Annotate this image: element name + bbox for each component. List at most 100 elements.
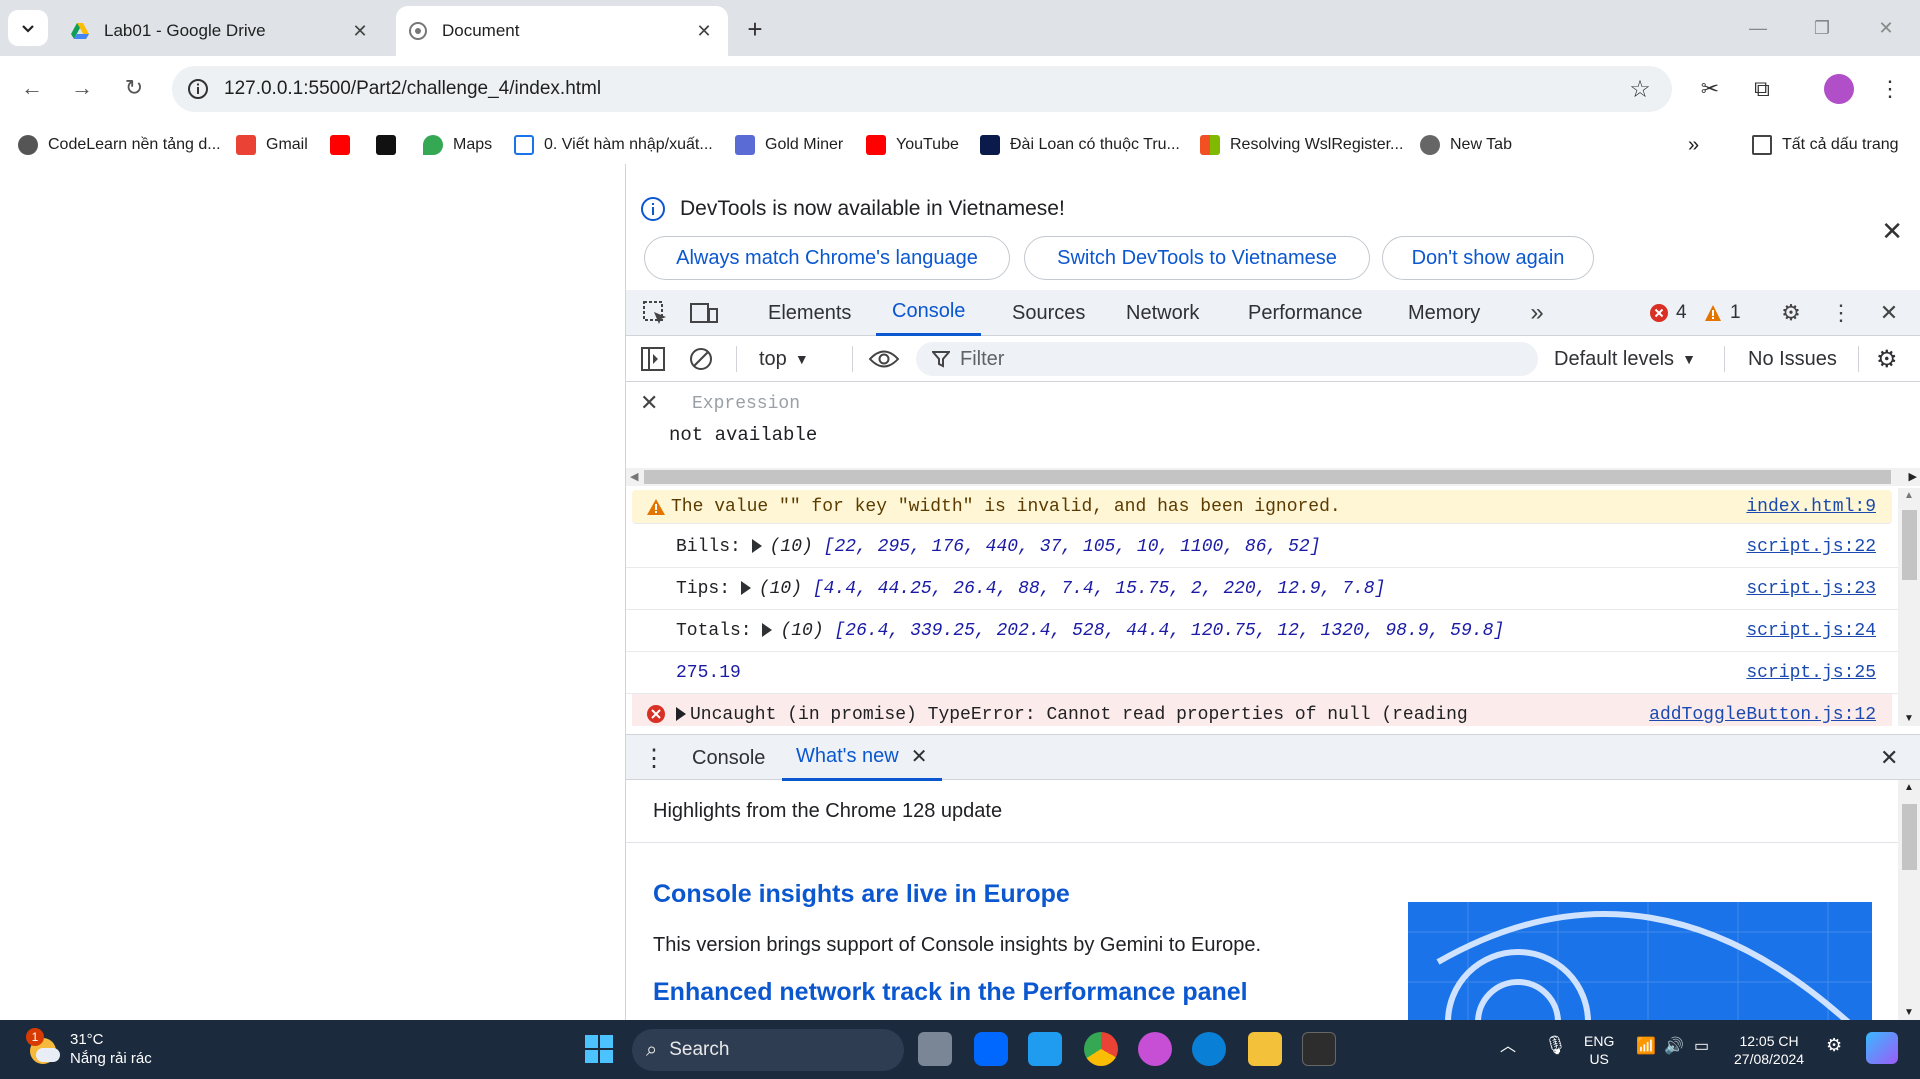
source-link[interactable]: addToggleButton.js:12 bbox=[1649, 705, 1876, 725]
bookmark-wsl[interactable]: Resolving WslRegister... bbox=[1200, 132, 1403, 158]
chrome-icon[interactable] bbox=[1084, 1032, 1118, 1066]
drawer-tab-whats-new[interactable]: What's new ✕ bbox=[782, 735, 942, 781]
bookmark-maps[interactable]: Maps bbox=[423, 132, 492, 158]
drawer-menu-icon[interactable]: ⋮ bbox=[642, 735, 666, 781]
source-link[interactable]: script.js:23 bbox=[1746, 579, 1876, 599]
source-link[interactable]: script.js:22 bbox=[1746, 537, 1876, 557]
tab-console[interactable]: Console bbox=[876, 290, 982, 336]
extensions-icon[interactable]: ⧉ bbox=[1747, 74, 1777, 104]
scroll-left-icon[interactable]: ◀ bbox=[630, 470, 638, 483]
close-devtools-icon[interactable]: ✕ bbox=[1874, 298, 1904, 328]
scroll-up-icon[interactable]: ▲ bbox=[1904, 490, 1914, 501]
device-toolbar-icon[interactable] bbox=[689, 298, 719, 328]
warning-count-badge[interactable]: 1 bbox=[1704, 302, 1741, 324]
dont-show-again-button[interactable]: Don't show again bbox=[1382, 236, 1594, 280]
error-count-badge[interactable]: 4 bbox=[1650, 302, 1687, 324]
close-tab-icon[interactable]: ✕ bbox=[911, 744, 928, 769]
tab-google-drive[interactable]: Lab01 - Google Drive ✕ bbox=[58, 6, 384, 56]
more-tabs-icon[interactable]: » bbox=[1522, 298, 1552, 328]
source-link[interactable]: script.js:25 bbox=[1746, 663, 1876, 683]
console-vertical-scrollbar[interactable]: ▲ ▼ bbox=[1898, 488, 1920, 726]
remove-expression-icon[interactable]: ✕ bbox=[640, 390, 658, 416]
minimize-icon[interactable]: — bbox=[1740, 10, 1776, 46]
close-window-icon[interactable]: ✕ bbox=[1868, 10, 1904, 46]
bookmark-dai-loan[interactable]: Đài Loan có thuộc Tru... bbox=[980, 132, 1180, 158]
feature-heading-console-insights[interactable]: Console insights are live in Europe bbox=[653, 880, 1070, 909]
source-link[interactable]: script.js:24 bbox=[1746, 621, 1876, 641]
feature-heading-network-track[interactable]: Enhanced network track in the Performanc… bbox=[653, 978, 1248, 1007]
scrollbar-thumb[interactable] bbox=[1902, 510, 1917, 580]
taskbar-search[interactable]: ⌕ Search bbox=[632, 1029, 904, 1071]
close-drawer-icon[interactable]: ✕ bbox=[1880, 735, 1898, 781]
more-bookmarks-icon[interactable]: » bbox=[1688, 132, 1699, 158]
expand-arrow-icon[interactable] bbox=[740, 581, 751, 596]
wifi-icon[interactable]: 📶 bbox=[1636, 1038, 1656, 1056]
inspect-element-icon[interactable] bbox=[640, 298, 670, 328]
forward-icon[interactable]: → bbox=[64, 70, 100, 106]
infobar-close-icon[interactable]: ✕ bbox=[1881, 216, 1903, 247]
scroll-down-icon[interactable]: ▼ bbox=[1904, 1007, 1914, 1018]
bookmark-tiktok[interactable] bbox=[376, 132, 406, 158]
whats-new-scrollbar[interactable]: ▲ ▼ bbox=[1898, 780, 1920, 1020]
settings-gear-icon[interactable]: ⚙ bbox=[1776, 298, 1806, 328]
console-warning-row[interactable]: The value "" for key "width" is invalid,… bbox=[632, 490, 1892, 524]
bookmark-codelearn[interactable]: CodeLearn nền tảng d... bbox=[18, 132, 221, 158]
console-log-average[interactable]: 275.19 script.js:25 bbox=[626, 652, 1898, 694]
match-language-button[interactable]: Always match Chrome's language bbox=[644, 236, 1010, 280]
close-tab-icon[interactable]: ✕ bbox=[348, 19, 372, 43]
expand-arrow-icon[interactable] bbox=[751, 539, 762, 554]
clock[interactable]: 12:05 CH 27/08/2024 bbox=[1734, 1032, 1804, 1068]
language-indicator[interactable]: ENG US bbox=[1584, 1032, 1614, 1068]
source-link[interactable]: index.html:9 bbox=[1746, 497, 1876, 517]
notification-icon[interactable]: ⚙ bbox=[1826, 1036, 1842, 1054]
tab-search-button[interactable] bbox=[8, 10, 48, 46]
site-info-icon[interactable] bbox=[186, 77, 210, 101]
console-error-row[interactable]: Uncaught (in promise) TypeError: Cannot … bbox=[632, 694, 1892, 726]
address-bar[interactable]: 127.0.0.1:5500/Part2/challenge_4/index.h… bbox=[172, 66, 1672, 112]
console-log-tips[interactable]: Tips: (10) [4.4, 44.25, 26.4, 88, 7.4, 1… bbox=[626, 568, 1898, 610]
tab-memory[interactable]: Memory bbox=[1408, 290, 1480, 336]
context-selector[interactable]: top ▼ bbox=[759, 344, 809, 374]
zalo-icon[interactable] bbox=[974, 1032, 1008, 1066]
console-log-totals[interactable]: Totals: (10) [26.4, 339.25, 202.4, 528, … bbox=[626, 610, 1898, 652]
back-icon[interactable]: ← bbox=[14, 70, 50, 106]
bookmark-gmail[interactable]: Gmail bbox=[236, 132, 308, 158]
terminal-icon[interactable] bbox=[1302, 1032, 1336, 1066]
messenger-icon[interactable] bbox=[1192, 1032, 1226, 1066]
reload-icon[interactable]: ↻ bbox=[116, 70, 152, 106]
tab-sources[interactable]: Sources bbox=[1012, 290, 1085, 336]
all-bookmarks[interactable]: Tất cả dấu trang bbox=[1752, 132, 1899, 158]
expand-arrow-icon[interactable] bbox=[676, 707, 686, 722]
console-settings-gear-icon[interactable]: ⚙ bbox=[1876, 344, 1898, 374]
scrollbar-thumb[interactable] bbox=[1902, 804, 1917, 870]
scroll-down-icon[interactable]: ▼ bbox=[1904, 713, 1914, 724]
devtools-menu-icon[interactable]: ⋮ bbox=[1826, 298, 1856, 328]
file-explorer-icon[interactable] bbox=[1248, 1032, 1282, 1066]
tab-document[interactable]: Document ✕ bbox=[396, 6, 728, 56]
tab-network[interactable]: Network bbox=[1126, 290, 1199, 336]
issues-button[interactable]: No Issues bbox=[1748, 344, 1837, 374]
tray-overflow-icon[interactable]: ︿ bbox=[1500, 1038, 1516, 1056]
new-tab-button[interactable]: + bbox=[740, 14, 770, 44]
app-icon[interactable] bbox=[1138, 1032, 1172, 1066]
task-view-icon[interactable] bbox=[918, 1032, 952, 1066]
start-windows-icon[interactable] bbox=[582, 1032, 616, 1066]
tab-elements[interactable]: Elements bbox=[768, 290, 851, 336]
bookmark-star-icon[interactable]: ☆ bbox=[1626, 75, 1654, 103]
menu-icon[interactable]: ⋮ bbox=[1875, 74, 1905, 104]
url-text[interactable]: 127.0.0.1:5500/Part2/challenge_4/index.h… bbox=[224, 78, 1626, 100]
drawer-tab-console[interactable]: Console bbox=[692, 735, 765, 781]
live-expression-eye-icon[interactable] bbox=[868, 344, 900, 374]
customize-chrome-icon[interactable]: ✂ bbox=[1695, 74, 1725, 104]
scroll-right-icon[interactable]: ▶ bbox=[1909, 470, 1917, 483]
copilot-icon[interactable] bbox=[1866, 1032, 1898, 1064]
filter-input[interactable]: Filter bbox=[916, 342, 1538, 376]
clear-console-icon[interactable] bbox=[688, 344, 714, 374]
scrollbar-thumb[interactable] bbox=[644, 470, 1891, 484]
bookmark-new-tab[interactable]: New Tab bbox=[1420, 132, 1512, 158]
log-levels-dropdown[interactable]: Default levels ▼ bbox=[1554, 344, 1696, 374]
scroll-up-icon[interactable]: ▲ bbox=[1904, 782, 1914, 793]
restore-icon[interactable]: ❐ bbox=[1804, 10, 1840, 46]
weather-widget[interactable]: 1 31°C Nắng rải rác bbox=[26, 1028, 152, 1068]
battery-icon[interactable]: ▭ bbox=[1694, 1038, 1709, 1056]
